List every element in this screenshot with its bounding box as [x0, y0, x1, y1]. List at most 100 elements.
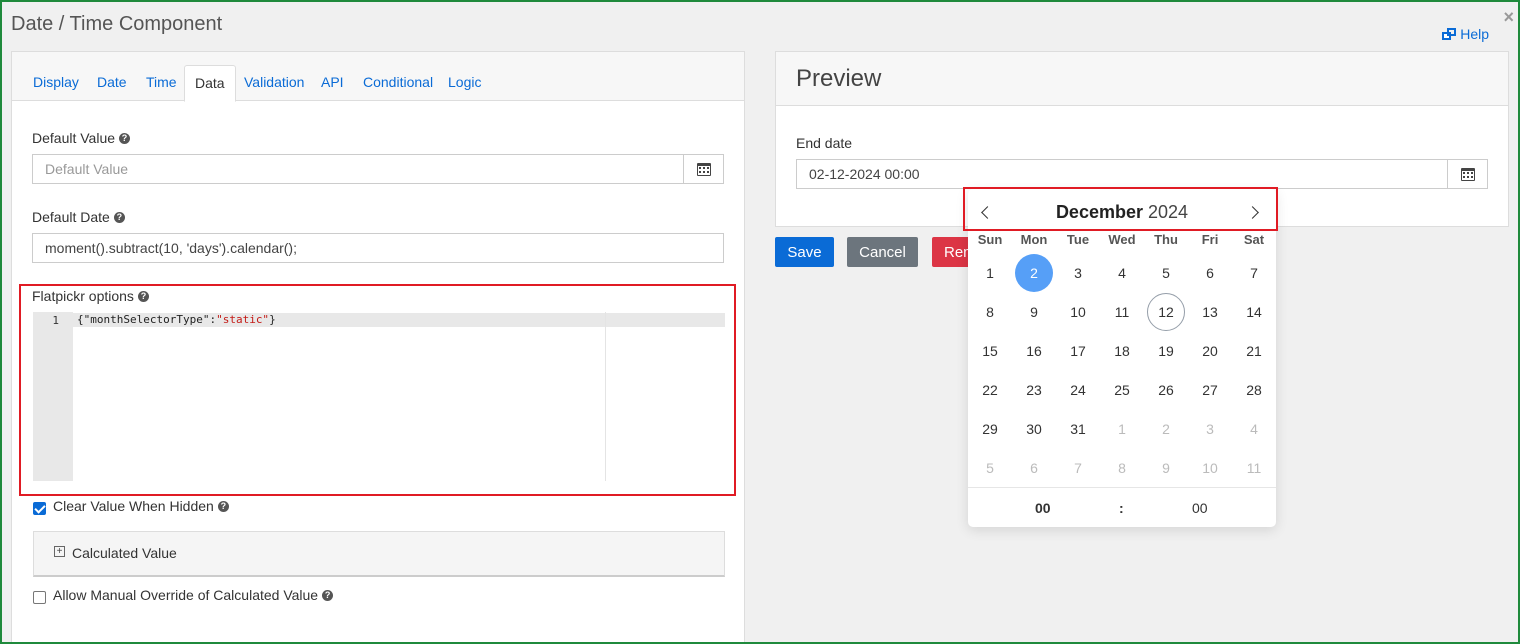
calendar-day[interactable]: 11 — [1235, 449, 1273, 487]
time-separator: : — [1119, 500, 1124, 516]
tab-logic[interactable]: Logic — [448, 74, 481, 90]
calendar-day[interactable]: 7 — [1235, 254, 1273, 292]
save-button[interactable]: Save — [775, 237, 834, 267]
dialog-title: Date / Time Component — [11, 13, 223, 35]
calendar-day[interactable]: 31 — [1059, 410, 1097, 448]
calendar-day[interactable]: 23 — [1015, 371, 1053, 409]
calendar-day[interactable]: 26 — [1147, 371, 1185, 409]
end-date-input[interactable]: 02-12-2024 00:00 — [796, 159, 1488, 189]
flatpickr-options-label: Flatpickr options ? — [32, 288, 149, 304]
tab-data[interactable]: Data — [184, 65, 236, 102]
tab-display[interactable]: Display — [33, 74, 79, 90]
weekday-label: Thu — [1154, 232, 1178, 247]
calendar-day[interactable]: 8 — [971, 293, 1009, 331]
question-icon[interactable]: ? — [113, 211, 125, 223]
calendar-day[interactable]: 3 — [1059, 254, 1097, 292]
preview-header: Preview — [776, 52, 1508, 106]
calendar-day[interactable]: 3 — [1191, 410, 1229, 448]
calendar-day[interactable]: 22 — [971, 371, 1009, 409]
calendar-day[interactable]: 1 — [1103, 410, 1141, 448]
weekday-label: Mon — [1020, 232, 1048, 247]
minute-input[interactable]: 00 — [1192, 500, 1208, 516]
line-gutter: 1 — [33, 312, 73, 481]
calendar-day[interactable]: 7 — [1059, 449, 1097, 487]
code-line[interactable]: {"monthSelectorType":"static"} — [77, 313, 276, 326]
calendar-day[interactable]: 24 — [1059, 371, 1097, 409]
end-date-label: End date — [796, 135, 853, 151]
calendar-day[interactable]: 5 — [971, 449, 1009, 487]
tab-time[interactable]: Time — [146, 74, 177, 90]
calendar-day[interactable]: 2 — [1015, 254, 1053, 292]
calendar-day[interactable]: 16 — [1015, 332, 1053, 370]
default-value-input[interactable]: Default Value — [32, 154, 724, 184]
date-picker-popup: December 2024 Sun Mon Tue Wed Thu Fri Sat 1234… — [968, 189, 1276, 527]
calendar-day[interactable]: 21 — [1235, 332, 1273, 370]
tab-validation[interactable]: Validation — [244, 74, 304, 90]
tab-date[interactable]: Date — [97, 74, 127, 90]
calendar-day[interactable]: 4 — [1103, 254, 1141, 292]
settings-panel: Display Date Time Data Validation API Co… — [11, 51, 745, 644]
default-value-label: Default Value ? — [32, 130, 131, 146]
calendar-day[interactable]: 18 — [1103, 332, 1141, 370]
time-picker: 00 : 00 — [968, 487, 1276, 527]
calendar-day[interactable]: 27 — [1191, 371, 1229, 409]
clear-value-label: Clear Value When Hidden ? — [53, 498, 229, 514]
calendar-day[interactable]: 25 — [1103, 371, 1141, 409]
calendar-day[interactable]: 5 — [1147, 254, 1185, 292]
allow-override-label: Allow Manual Override of Calculated Valu… — [53, 587, 334, 603]
default-date-input[interactable]: moment().subtract(10, 'days').calendar()… — [32, 233, 724, 263]
calendar-day[interactable]: 10 — [1059, 293, 1097, 331]
calendar-icon — [696, 162, 711, 176]
cancel-button[interactable]: Cancel — [847, 237, 918, 267]
calendar-button[interactable] — [1447, 159, 1488, 189]
close-icon[interactable]: × — [1503, 7, 1514, 28]
calendar-day[interactable]: 6 — [1015, 449, 1053, 487]
expand-icon: + — [54, 546, 65, 557]
calendar-day[interactable]: 28 — [1235, 371, 1273, 409]
calendar-day[interactable]: 4 — [1235, 410, 1273, 448]
calendar-day[interactable]: 8 — [1103, 449, 1141, 487]
allow-override-checkbox[interactable] — [33, 591, 46, 604]
help-link[interactable]: Help — [1442, 26, 1489, 42]
weekday-label: Wed — [1108, 232, 1136, 247]
print-margin — [605, 312, 606, 481]
calendar-day[interactable]: 9 — [1015, 293, 1053, 331]
tab-api[interactable]: API — [321, 74, 344, 90]
calendar-day[interactable]: 20 — [1191, 332, 1229, 370]
default-date-label: Default Date ? — [32, 209, 125, 225]
question-icon[interactable]: ? — [137, 290, 149, 302]
calendar-day[interactable]: 10 — [1191, 449, 1229, 487]
line-number: 1 — [52, 314, 59, 327]
calendar-day[interactable]: 6 — [1191, 254, 1229, 292]
calculated-value-label: Calculated Value — [72, 545, 177, 561]
question-icon[interactable]: ? — [322, 589, 334, 601]
calculated-value-panel[interactable]: + Calculated Value — [33, 531, 725, 577]
calendar-day[interactable]: 14 — [1235, 293, 1273, 331]
calendar-day[interactable]: 19 — [1147, 332, 1185, 370]
weekday-label: Sat — [1243, 232, 1265, 247]
weekday-label: Fri — [1201, 232, 1219, 247]
tab-conditional[interactable]: Conditional — [363, 74, 433, 90]
question-icon[interactable]: ? — [217, 500, 229, 512]
calendar-day[interactable]: 17 — [1059, 332, 1097, 370]
calendar-day[interactable]: 29 — [971, 410, 1009, 448]
calendar-day[interactable]: 15 — [971, 332, 1009, 370]
calendar-button[interactable] — [683, 154, 724, 184]
calendar-day[interactable]: 1 — [971, 254, 1009, 292]
hour-input[interactable]: 00 — [1035, 500, 1051, 516]
calendar-day[interactable]: 9 — [1147, 449, 1185, 487]
code-editor[interactable]: 1 {"monthSelectorType":"static"} — [33, 312, 725, 481]
question-icon[interactable]: ? — [119, 132, 131, 144]
highlight-box — [963, 187, 1278, 231]
calendar-icon — [1460, 167, 1475, 181]
calendar-day[interactable]: 13 — [1191, 293, 1229, 331]
calendar-day[interactable]: 2 — [1147, 410, 1185, 448]
external-link-icon — [1442, 27, 1457, 41]
calendar-day[interactable]: 30 — [1015, 410, 1053, 448]
calendar-day[interactable]: 12 — [1147, 293, 1185, 331]
weekday-label: Tue — [1066, 232, 1090, 247]
calendar-day[interactable]: 11 — [1103, 293, 1141, 331]
clear-value-checkbox[interactable] — [33, 502, 46, 515]
preview-title: Preview — [796, 65, 882, 92]
weekday-label: Sun — [977, 232, 1003, 247]
